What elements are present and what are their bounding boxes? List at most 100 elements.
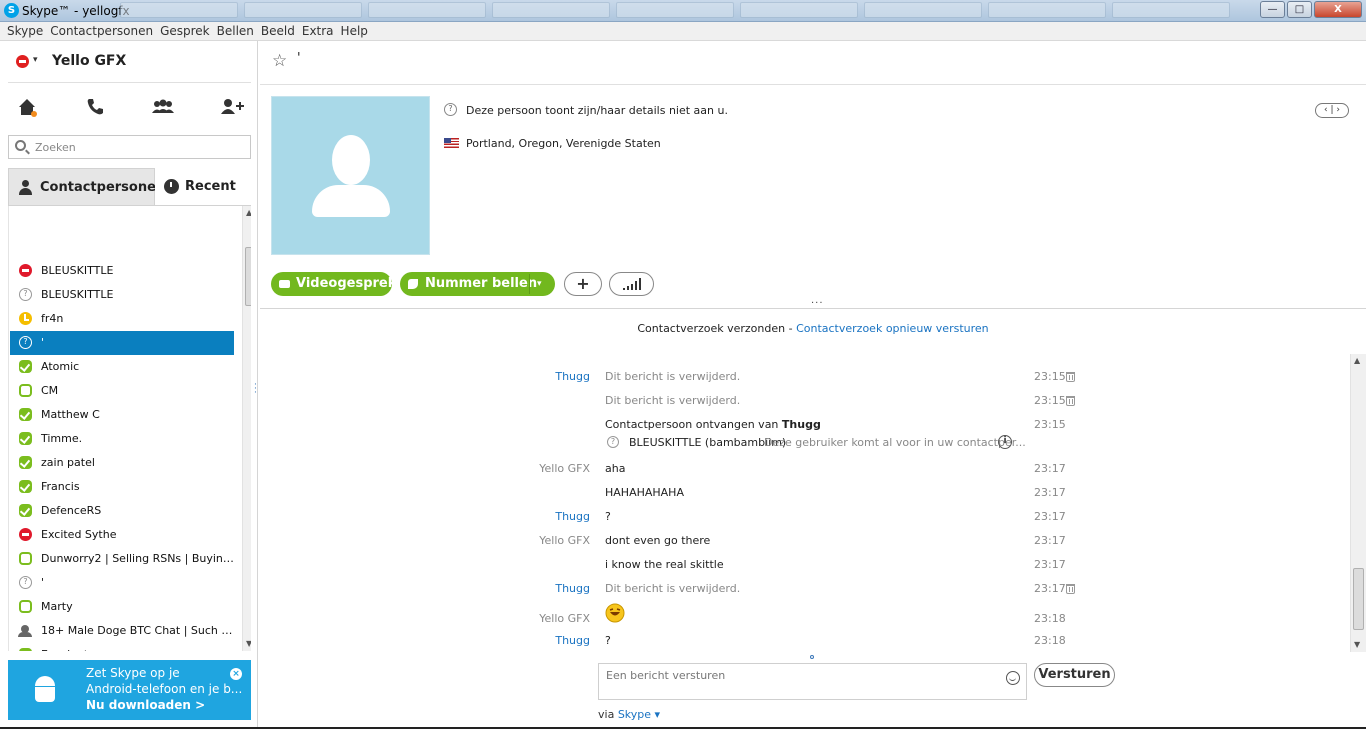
message-sender[interactable]: Thugg: [520, 582, 590, 595]
scroll-down-icon[interactable]: ▼: [1354, 640, 1360, 649]
group-icon[interactable]: [150, 97, 176, 119]
contact-list-item[interactable]: Francis: [10, 475, 234, 499]
menu-extra[interactable]: Extra: [295, 22, 334, 38]
phone-icon: [408, 279, 418, 289]
chat-message[interactable]: Thugg? 23:18: [260, 634, 1350, 653]
menu-beeld[interactable]: Beeld: [254, 22, 295, 38]
chat-message[interactable]: Yello GFX aha 23:17: [260, 462, 1350, 482]
status-caret-icon[interactable]: ▾: [33, 55, 38, 65]
chat-message[interactable]: Thugg Dit bericht is verwijderd. 23:15: [260, 370, 1350, 390]
trash-icon[interactable]: [1066, 396, 1075, 406]
message-time: 23:17: [1034, 510, 1066, 523]
contact-list-item[interactable]: CM: [10, 379, 234, 403]
contact-name: BLEUSKITTLE: [41, 264, 114, 277]
chat-message[interactable]: Thugg? 23:17: [260, 510, 1350, 530]
chat-message-clipped: ···: [260, 353, 1350, 359]
promo-download-link[interactable]: Nu downloaden >: [86, 698, 205, 712]
promo-close-icon[interactable]: ×: [230, 668, 242, 680]
contact-list-item[interactable]: Excited Sythe: [10, 523, 234, 547]
chat-message[interactable]: Contactpersoon ontvangen van Thugg 23:15: [260, 418, 1350, 438]
shared-contact-card[interactable]: ? BLEUSKITTLE (bambambiim) Deze gebruiker …: [260, 435, 1350, 454]
chat-message[interactable]: HAHAHAHAHA 23:17: [260, 486, 1350, 506]
menu-contactpersonen[interactable]: Contactpersonen: [43, 22, 153, 38]
contact-list-item[interactable]: ': [10, 571, 234, 595]
contact-list-item[interactable]: Matthew C: [10, 403, 234, 427]
trash-icon[interactable]: [1066, 584, 1075, 594]
add-participants-button[interactable]: +: [564, 272, 602, 296]
message-input[interactable]: [606, 669, 996, 695]
info-icon[interactable]: i: [998, 435, 1012, 449]
contact-list-item[interactable]: BLEUSKITTLE: [10, 283, 234, 307]
menu-skype[interactable]: Skype: [0, 22, 43, 38]
message-sender[interactable]: Thugg: [520, 634, 590, 647]
home-icon[interactable]: [14, 97, 40, 119]
profile-name[interactable]: Yello GFX: [52, 53, 126, 69]
search-input[interactable]: [35, 139, 245, 155]
send-button[interactable]: Versturen: [1034, 663, 1115, 687]
message-sender[interactable]: Thugg: [520, 510, 590, 523]
call-dropdown-caret-icon[interactable]: ▾: [537, 272, 542, 296]
contact-name: fr4n: [41, 312, 64, 325]
resize-handle[interactable]: [810, 655, 814, 659]
chat-message[interactable]: Yello GFX dont even go there 23:17: [260, 534, 1350, 554]
contact-list-item[interactable]: fr4n: [10, 307, 234, 331]
profile-pager[interactable]: ‹ | ›: [1315, 103, 1349, 118]
video-call-button[interactable]: Videogesprek: [271, 272, 396, 296]
shared-contact-name[interactable]: BLEUSKITTLE (bambambiim): [629, 436, 786, 449]
call-number-button[interactable]: Nummer bellen ▾: [400, 272, 555, 296]
search-box[interactable]: [8, 135, 251, 159]
call-quality-button[interactable]: [609, 272, 654, 296]
chat-message[interactable]: Dit bericht is verwijderd. 23:15: [260, 394, 1350, 414]
video-call-label: Videogesprek: [296, 276, 397, 291]
scroll-up-icon[interactable]: ▲: [246, 208, 251, 217]
chat-scrollbar[interactable]: ▲ ▼: [1350, 354, 1366, 652]
message-sender[interactable]: Thugg: [520, 370, 590, 383]
trash-icon[interactable]: [1066, 372, 1075, 382]
via-caret-icon[interactable]: ▾: [655, 708, 661, 721]
contact-list-item[interactable]: Marty: [10, 595, 234, 619]
scroll-thumb[interactable]: [245, 247, 251, 306]
via-skype-link[interactable]: Skype: [618, 708, 651, 721]
chat-message[interactable]: Thugg Dit bericht is verwijderd. 23:17: [260, 582, 1350, 602]
via-service-selector[interactable]: via Skype ▾: [598, 708, 660, 721]
contact-list-item[interactable]: Atomic: [10, 355, 234, 379]
menu-gesprek[interactable]: Gesprek: [153, 22, 210, 38]
android-promo-banner[interactable]: Zet Skype op je Android-telefoon en je b…: [8, 660, 251, 720]
contact-list-item[interactable]: Timme.: [10, 427, 234, 451]
resend-request-link[interactable]: Contactverzoek opnieuw versturen: [796, 322, 989, 335]
collapse-handle[interactable]: ···: [811, 298, 824, 309]
chat-message[interactable]: Yello GFX 23:18: [260, 603, 1350, 632]
contact-list-item[interactable]: BLEUSKITTLE: [10, 259, 234, 283]
chat-message[interactable]: i know the real skittle 23:17: [260, 558, 1350, 578]
add-contact-icon[interactable]: [219, 97, 245, 119]
contact-name: Excelont: [41, 648, 88, 651]
tab-recent[interactable]: Recent: [155, 168, 251, 206]
message-sender[interactable]: Yello GFX: [520, 534, 590, 547]
emoticon-icon[interactable]: [1006, 671, 1020, 685]
favorite-star-icon[interactable]: ☆: [272, 51, 287, 71]
tab-contactpersonen[interactable]: Contactpersonen: [8, 168, 165, 206]
contact-list-item[interactable]: zain patel: [10, 451, 234, 475]
scroll-thumb[interactable]: [1353, 568, 1364, 630]
status-dnd-icon[interactable]: [16, 55, 29, 68]
contact-list-item[interactable]: 18+ Male Doge BTC Chat | Such Min...: [10, 619, 234, 643]
contact-list-item[interactable]: Excelont: [10, 643, 234, 651]
phone-icon[interactable]: [82, 97, 108, 119]
contact-list-scrollbar[interactable]: ▲ ▼: [242, 206, 251, 651]
maximize-button[interactable]: □: [1287, 1, 1312, 18]
profile-header[interactable]: ▾ Yello GFX: [0, 41, 258, 81]
message-composer[interactable]: [598, 663, 1027, 700]
message-sender[interactable]: Yello GFX: [520, 612, 590, 625]
menu-help[interactable]: Help: [334, 22, 368, 38]
menu-bellen[interactable]: Bellen: [210, 22, 254, 38]
taskbar-strip: [120, 2, 1250, 20]
contact-list-item[interactable]: ': [10, 331, 234, 355]
minimize-button[interactable]: —: [1260, 1, 1285, 18]
pane-splitter-handle[interactable]: · · ·: [254, 381, 257, 398]
close-button[interactable]: X: [1314, 1, 1362, 18]
scroll-up-icon[interactable]: ▲: [1354, 356, 1360, 365]
scroll-down-icon[interactable]: ▼: [246, 639, 251, 648]
message-sender[interactable]: Yello GFX: [520, 462, 590, 475]
contact-list-item[interactable]: DefenceRS: [10, 499, 234, 523]
contact-list-item[interactable]: Dunworry2 | Selling RSNs | Buying R...: [10, 547, 234, 571]
